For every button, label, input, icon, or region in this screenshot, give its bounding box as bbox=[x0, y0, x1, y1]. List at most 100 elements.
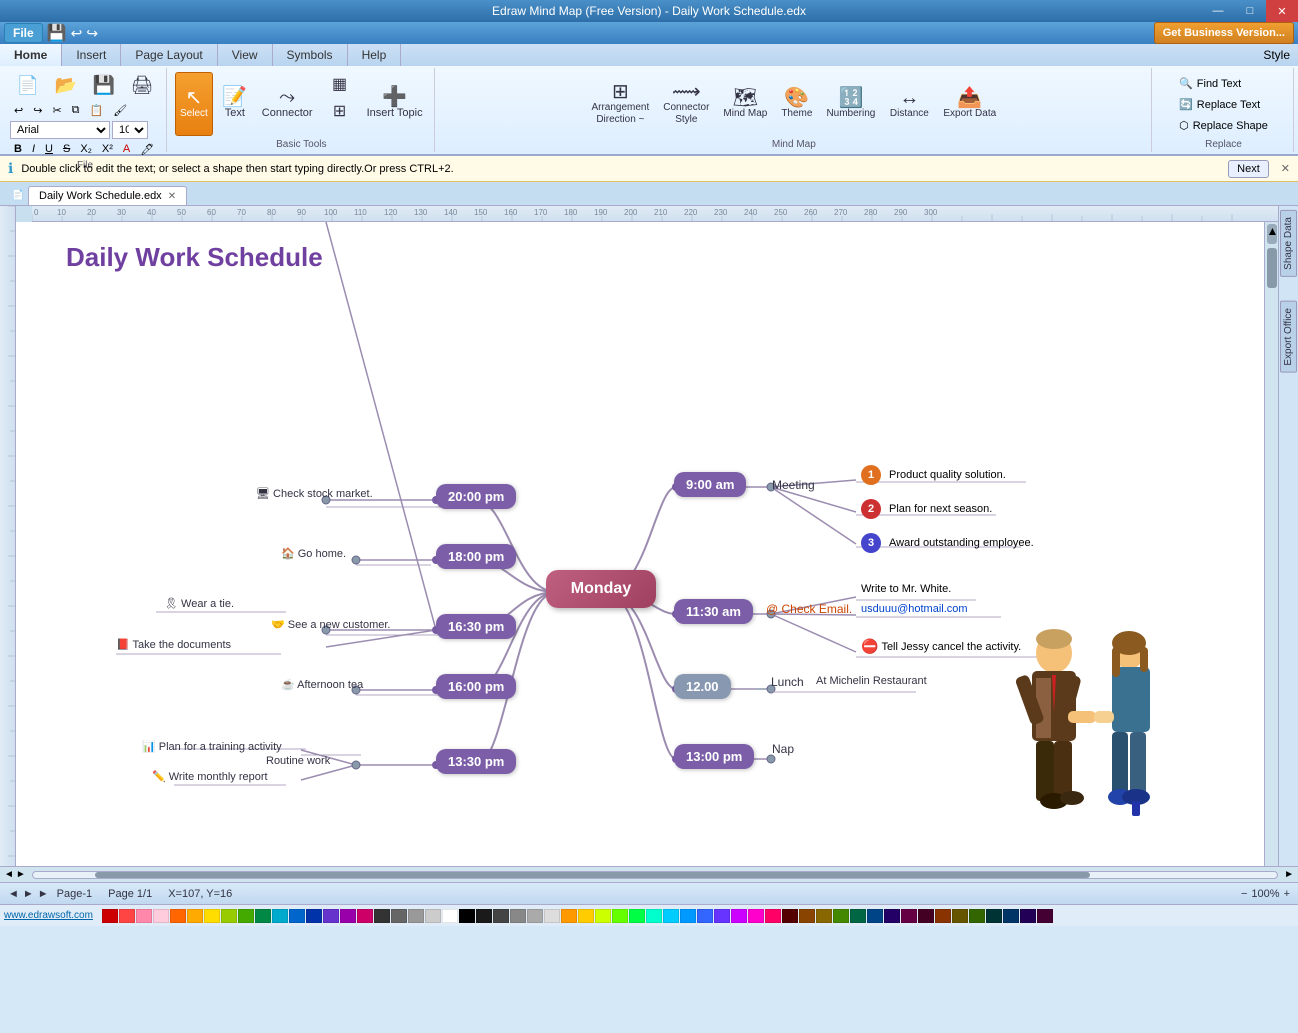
zoom-in-btn[interactable]: + bbox=[1284, 888, 1290, 900]
underline-button[interactable]: U bbox=[41, 141, 57, 157]
get-business-button[interactable]: Get Business Version... bbox=[1154, 22, 1294, 44]
color-swatch[interactable] bbox=[748, 909, 764, 923]
page-play-btn[interactable]: ► bbox=[23, 888, 34, 900]
quick-save-icon[interactable]: 💾 bbox=[47, 23, 67, 43]
color-swatch[interactable] bbox=[323, 909, 339, 923]
tab-page-layout[interactable]: Page Layout bbox=[121, 44, 217, 66]
color-swatch[interactable] bbox=[850, 909, 866, 923]
vertical-scrollbar[interactable]: ▲ bbox=[1264, 222, 1278, 866]
color-swatch[interactable] bbox=[459, 909, 475, 923]
connector-style-button[interactable]: ⟿ Connector Style bbox=[658, 72, 714, 136]
select-button[interactable]: ↖ Select bbox=[175, 72, 213, 136]
info-close-icon[interactable]: ✕ bbox=[1281, 162, 1290, 175]
color-swatch[interactable] bbox=[306, 909, 322, 923]
horizontal-scrollbar[interactable]: ◄ ► ► bbox=[0, 866, 1298, 882]
color-swatch[interactable] bbox=[884, 909, 900, 923]
color-swatch[interactable] bbox=[833, 909, 849, 923]
color-swatch[interactable] bbox=[391, 909, 407, 923]
copy-button[interactable]: ⧉ bbox=[68, 102, 84, 119]
color-swatch[interactable] bbox=[255, 909, 271, 923]
page-next-btn[interactable]: ► bbox=[38, 888, 49, 900]
color-swatch[interactable] bbox=[187, 909, 203, 923]
time-node-2000[interactable]: 20:00 pm bbox=[436, 484, 516, 509]
scroll-thumb[interactable] bbox=[1267, 248, 1277, 288]
time-node-1600[interactable]: 16:00 pm bbox=[436, 674, 516, 699]
color-swatch[interactable] bbox=[476, 909, 492, 923]
h-scrollbar-thumb[interactable] bbox=[95, 872, 1090, 878]
tab-view[interactable]: View bbox=[218, 44, 273, 66]
color-swatch[interactable] bbox=[408, 909, 424, 923]
new-button[interactable]: 📄 bbox=[10, 72, 46, 100]
time-node-1800[interactable]: 18:00 pm bbox=[436, 544, 516, 569]
small-tool-1[interactable]: ▦ bbox=[322, 72, 358, 97]
color-swatch[interactable] bbox=[374, 909, 390, 923]
font-color-button[interactable]: A bbox=[119, 141, 134, 157]
close-button[interactable]: ✕ bbox=[1266, 0, 1298, 22]
connector-button[interactable]: ⤳ Connector bbox=[257, 72, 318, 136]
replace-shape-button[interactable]: ⬡ Replace Shape bbox=[1174, 116, 1273, 135]
open-button[interactable]: 📂 bbox=[48, 72, 84, 100]
print-button[interactable]: 🖨 bbox=[124, 72, 160, 100]
color-swatch[interactable] bbox=[629, 909, 645, 923]
color-swatch[interactable] bbox=[799, 909, 815, 923]
h-scroll-right2[interactable]: ► bbox=[1284, 869, 1294, 880]
h-scrollbar-track[interactable] bbox=[32, 871, 1278, 879]
color-swatch[interactable] bbox=[238, 909, 254, 923]
replace-text-button[interactable]: 🔄 Replace Text bbox=[1174, 95, 1265, 114]
color-swatch[interactable] bbox=[935, 909, 951, 923]
color-swatch[interactable] bbox=[442, 909, 458, 923]
export-data-button[interactable]: 📤 Export Data bbox=[938, 72, 1001, 136]
quick-redo-icon[interactable]: ↪ bbox=[86, 25, 98, 42]
color-swatch[interactable] bbox=[765, 909, 781, 923]
color-swatch[interactable] bbox=[986, 909, 1002, 923]
color-swatch[interactable] bbox=[119, 909, 135, 923]
color-swatch[interactable] bbox=[714, 909, 730, 923]
color-swatch[interactable] bbox=[357, 909, 373, 923]
color-swatch[interactable] bbox=[527, 909, 543, 923]
insert-topic-button[interactable]: ➕ Insert Topic bbox=[362, 72, 428, 136]
theme-button[interactable]: 🎨 Theme bbox=[776, 72, 817, 136]
color-swatch[interactable] bbox=[578, 909, 594, 923]
h-scroll-left[interactable]: ◄ bbox=[4, 869, 14, 880]
color-swatch[interactable] bbox=[680, 909, 696, 923]
time-node-1200[interactable]: 12.00 bbox=[674, 674, 731, 699]
color-swatch[interactable] bbox=[901, 909, 917, 923]
save-button[interactable]: 💾 bbox=[86, 72, 122, 100]
redo-button[interactable]: ↪ bbox=[29, 102, 46, 119]
font-size-selector[interactable]: 10 bbox=[112, 121, 148, 139]
distance-button[interactable]: ↔ Distance bbox=[884, 72, 934, 136]
color-swatch[interactable] bbox=[425, 909, 441, 923]
color-swatch[interactable] bbox=[595, 909, 611, 923]
color-swatch[interactable] bbox=[663, 909, 679, 923]
canvas[interactable]: Daily Work Schedule bbox=[16, 222, 1264, 866]
color-swatch[interactable] bbox=[1037, 909, 1053, 923]
color-swatch[interactable] bbox=[136, 909, 152, 923]
export-office-tab[interactable]: Export Office bbox=[1280, 301, 1297, 373]
text-button[interactable]: 📝 Text bbox=[217, 72, 253, 136]
tab-help[interactable]: Help bbox=[348, 44, 402, 66]
color-swatch[interactable] bbox=[272, 909, 288, 923]
color-swatch[interactable] bbox=[221, 909, 237, 923]
doc-tab[interactable]: Daily Work Schedule.edx ✕ bbox=[28, 186, 187, 205]
doc-tab-close[interactable]: ✕ bbox=[168, 191, 176, 202]
h-scroll-right[interactable]: ► bbox=[16, 869, 26, 880]
page-prev-btn[interactable]: ◄ bbox=[8, 888, 19, 900]
subscript-button[interactable]: X₂ bbox=[76, 141, 96, 157]
color-swatch[interactable] bbox=[561, 909, 577, 923]
time-node-1300[interactable]: 13:00 pm bbox=[674, 744, 754, 769]
quick-undo-icon[interactable]: ↩ bbox=[71, 25, 83, 42]
scroll-thumb-top[interactable]: ▲ bbox=[1267, 224, 1277, 244]
cut-button[interactable]: ✂ bbox=[48, 102, 65, 119]
highlight-button[interactable]: 🖊 bbox=[136, 141, 158, 158]
color-swatch[interactable] bbox=[731, 909, 747, 923]
color-swatch[interactable] bbox=[646, 909, 662, 923]
color-swatch[interactable] bbox=[1003, 909, 1019, 923]
color-swatch[interactable] bbox=[153, 909, 169, 923]
numbering-button[interactable]: 🔢 Numbering bbox=[821, 72, 880, 136]
color-swatch[interactable] bbox=[493, 909, 509, 923]
color-swatch[interactable] bbox=[969, 909, 985, 923]
tab-symbols[interactable]: Symbols bbox=[273, 44, 348, 66]
color-swatch[interactable] bbox=[340, 909, 356, 923]
color-swatch[interactable] bbox=[204, 909, 220, 923]
color-swatch[interactable] bbox=[510, 909, 526, 923]
